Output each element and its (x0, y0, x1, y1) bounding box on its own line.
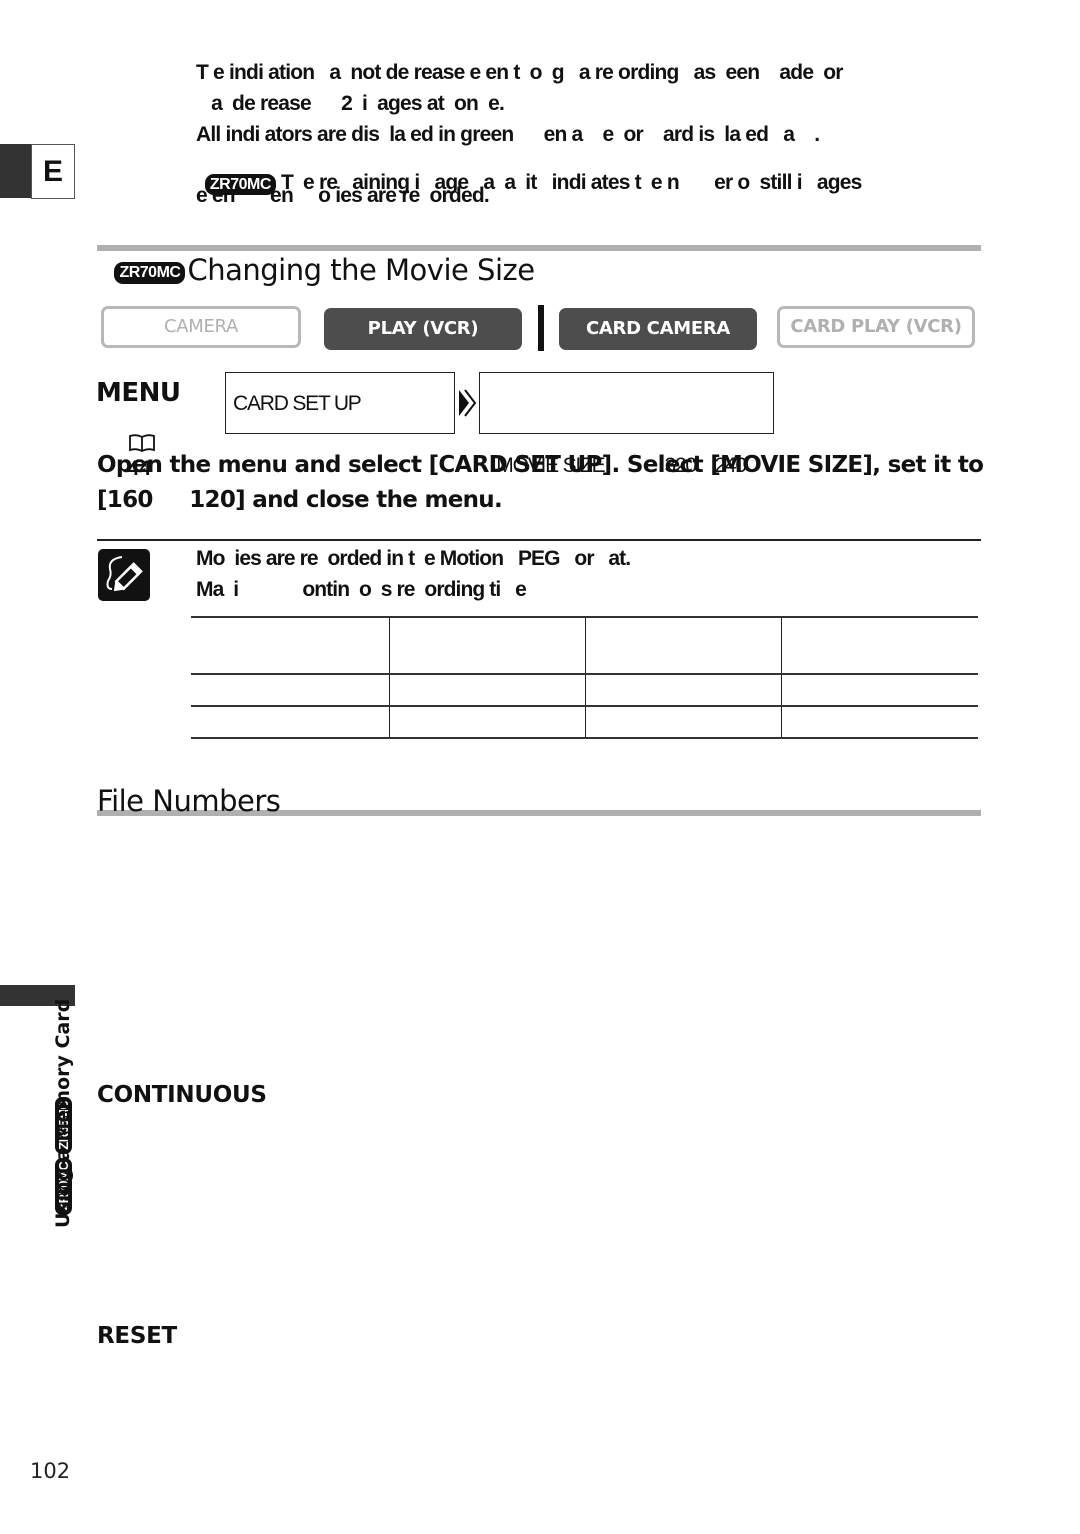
chapter-title: Using a Memory Card (52, 998, 74, 1228)
instruction-line-1: Open the menu and select [CARD SET UP]. … (97, 452, 984, 478)
table-cell (781, 674, 978, 706)
section-title-movie-size: ZR70MC Changing the Movie Size (97, 219, 535, 287)
mode-divider (538, 305, 544, 351)
subhead-continuous: CONTINUOUS (97, 1082, 267, 1108)
divider (97, 539, 981, 541)
book-icon (128, 434, 155, 453)
table-cell (585, 706, 782, 738)
table-cell (191, 706, 390, 738)
table-cell (389, 674, 586, 706)
section-title-file-numbers: File Numbers (97, 784, 281, 818)
mode-card-play-vcr: CARD PLAY (VCR) (777, 306, 975, 348)
note-line-2: Ma i ontin o s re ording ti e (196, 578, 527, 601)
menu-label: MENU (96, 378, 181, 408)
menu-box-card-set-up: CARD SET UP (225, 372, 455, 434)
table-row (191, 674, 978, 706)
chevron-right-icon (459, 389, 477, 417)
language-tab: E (31, 144, 75, 199)
intro-line-5: e en en o ies are re orded. (196, 184, 490, 207)
pencil-note-icon (98, 549, 150, 601)
page-number: 102 (30, 1459, 71, 1483)
instruction-line-2: [160 120] and close the menu. (97, 487, 503, 513)
menu-box-movie-size: MOVIE SIZE 320 240 (479, 372, 774, 477)
mode-card-camera: CARD CAMERA (559, 308, 757, 350)
recording-time-table (191, 616, 978, 739)
model-badge: ZR70MC (114, 262, 186, 284)
table-cell (585, 674, 782, 706)
table-cell (781, 617, 978, 674)
subhead-reset: RESET (97, 1323, 177, 1349)
note-line-1: Mo ies are re orded in t e Motion PEG or… (196, 547, 631, 570)
language-tab-marker (0, 144, 31, 198)
table-cell (389, 706, 586, 738)
intro-line-2: a de rease 2 i ages at on e. (196, 92, 505, 115)
table-cell (389, 617, 586, 674)
table-row (191, 617, 978, 674)
intro-line-1: T e indi ation a not de rease e en t o g… (196, 61, 843, 84)
table-cell (781, 706, 978, 738)
table-row (191, 706, 978, 738)
section-title-text: Changing the Movie Size (187, 253, 535, 287)
table-cell (191, 617, 390, 674)
table-cell (585, 617, 782, 674)
table-cell (191, 674, 390, 706)
intro-line-3: All indi ators are dis la ed in green en… (196, 123, 820, 146)
mode-play-vcr: PLAY (VCR) (324, 308, 522, 350)
mode-camera: CAMERA (101, 306, 301, 348)
